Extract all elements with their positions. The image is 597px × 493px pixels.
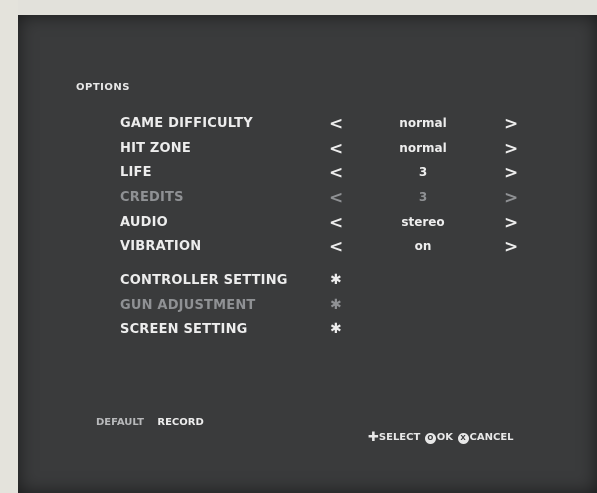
circle-button-icon: O (424, 433, 436, 444)
option-label: GAME DIFFICULTY (120, 116, 253, 131)
option-audio[interactable]: AUDIO < stereo > (18, 213, 597, 235)
footer-actions: DEFAULT RECORD (96, 417, 204, 428)
submenu-star-icon: ✱ (330, 297, 342, 313)
controls-help: ✚SELECT O OK X CANCEL (368, 430, 514, 445)
submenu-star-icon: ✱ (330, 321, 342, 337)
setting-label: CONTROLLER SETTING (120, 273, 288, 288)
arrow-right-icon[interactable]: > (504, 237, 518, 257)
arrow-right-icon[interactable]: > (504, 114, 518, 134)
option-value: normal (399, 141, 447, 155)
help-select-label: SELECT (378, 432, 421, 443)
arrow-left-icon[interactable]: < (329, 163, 343, 183)
setting-controller[interactable]: CONTROLLER SETTING ✱ (18, 272, 597, 293)
option-hit-zone[interactable]: HIT ZONE < normal > (18, 139, 597, 161)
record-button[interactable]: RECORD (157, 417, 203, 428)
arrow-right-icon: > (504, 188, 519, 208)
setting-gun-adjustment: GUN ADJUSTMENT ✱ (18, 297, 597, 318)
option-game-difficulty[interactable]: GAME DIFFICULTY < normal > (18, 114, 597, 136)
option-vibration[interactable]: VIBRATION < on > (18, 237, 597, 259)
options-screen: OPTIONS GAME DIFFICULTY < normal > HIT Z… (18, 15, 597, 493)
option-label: LIFE (120, 165, 152, 180)
default-button[interactable]: DEFAULT (96, 417, 144, 428)
option-label: HIT ZONE (120, 141, 191, 156)
option-label: VIBRATION (120, 239, 202, 254)
photo-margin-top (0, 0, 597, 15)
option-value: normal (399, 116, 447, 130)
arrow-right-icon[interactable]: > (504, 139, 518, 159)
help-ok-label: OK (436, 432, 454, 443)
photo-margin-left (0, 0, 18, 493)
setting-label: SCREEN SETTING (120, 322, 248, 337)
arrow-left-icon: < (329, 188, 344, 208)
option-value: 3 (418, 190, 428, 204)
setting-screen[interactable]: SCREEN SETTING ✱ (18, 321, 597, 342)
option-value: 3 (418, 165, 428, 179)
arrow-right-icon[interactable]: > (504, 163, 518, 183)
cross-button-icon: X (457, 433, 469, 444)
option-value: stereo (401, 215, 445, 229)
submenu-star-icon: ✱ (330, 272, 342, 288)
option-label: AUDIO (120, 215, 168, 230)
option-credits: CREDITS < 3 > (18, 188, 597, 210)
dpad-icon: ✚ (368, 430, 379, 445)
arrow-left-icon[interactable]: < (329, 213, 343, 233)
arrow-left-icon[interactable]: < (329, 114, 343, 134)
page-title: OPTIONS (76, 82, 130, 93)
help-cancel-label: CANCEL (469, 432, 514, 443)
option-label: CREDITS (120, 190, 184, 205)
option-life[interactable]: LIFE < 3 > (18, 163, 597, 185)
arrow-left-icon[interactable]: < (329, 237, 343, 257)
arrow-left-icon[interactable]: < (329, 139, 343, 159)
arrow-right-icon[interactable]: > (504, 213, 518, 233)
setting-label: GUN ADJUSTMENT (120, 298, 256, 313)
option-value: on (414, 239, 432, 253)
